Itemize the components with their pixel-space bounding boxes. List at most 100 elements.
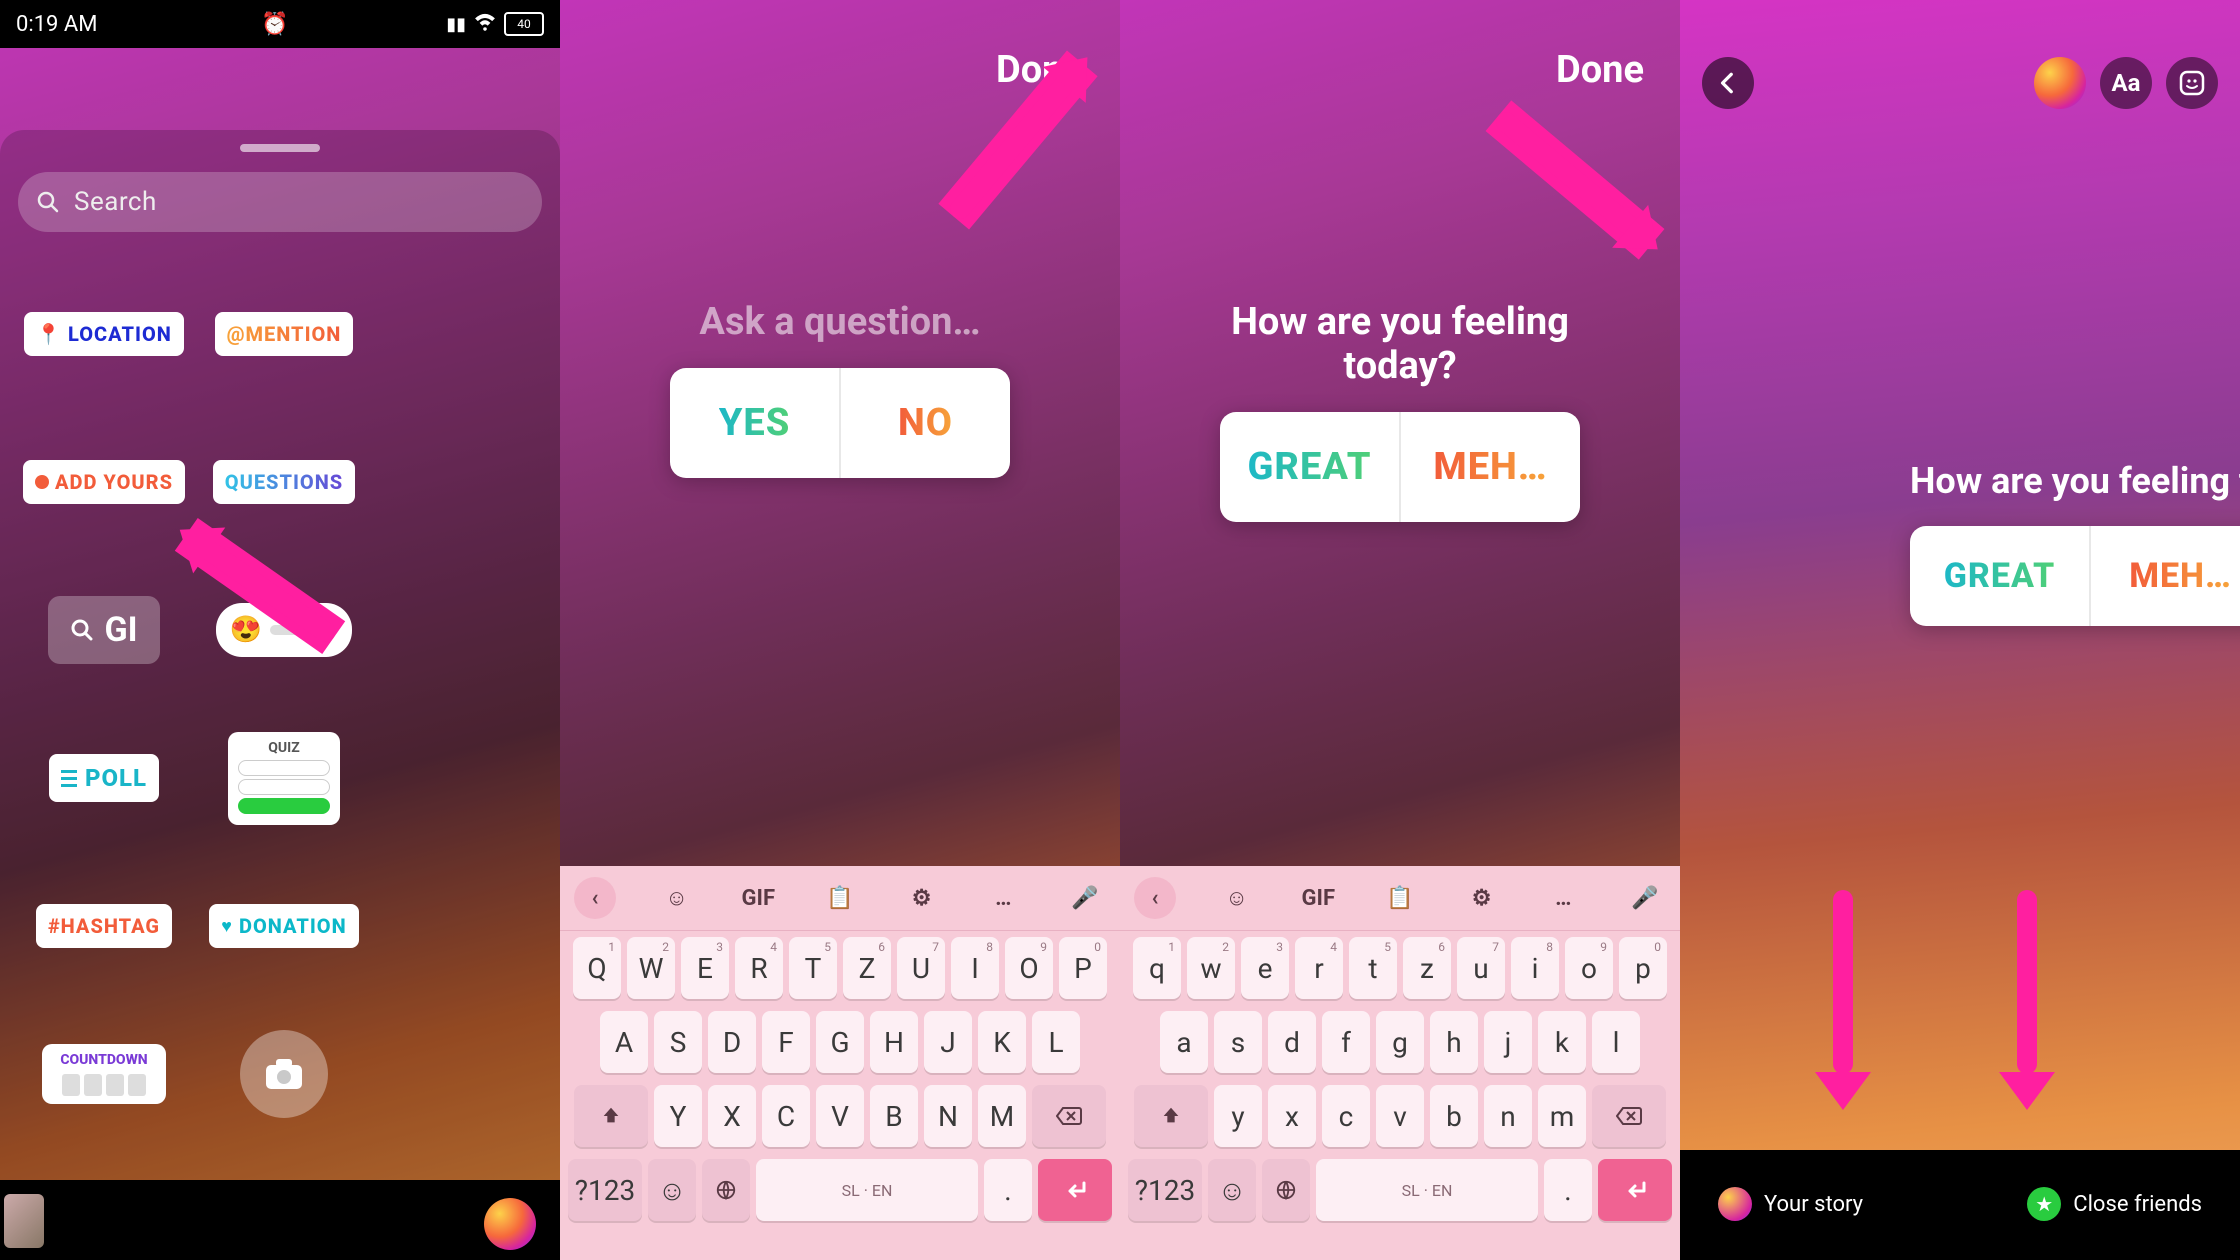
key-enter[interactable] xyxy=(1038,1159,1112,1221)
key-shift[interactable] xyxy=(574,1085,648,1147)
text-tool-button[interactable]: Aa xyxy=(2100,57,2152,109)
poll-option-a[interactable]: YES xyxy=(670,368,841,478)
sticker-questions[interactable]: QUESTIONS xyxy=(213,460,355,504)
key-B[interactable]: B xyxy=(870,1085,918,1147)
poll-option-a[interactable]: GREAT xyxy=(1910,526,2091,626)
key-l[interactable]: l xyxy=(1592,1011,1640,1073)
gear-icon[interactable]: ⚙ xyxy=(1461,877,1503,919)
key-b[interactable]: b xyxy=(1430,1085,1478,1147)
key-V[interactable]: V xyxy=(816,1085,864,1147)
poll-option-b[interactable]: NO xyxy=(841,368,1010,478)
key-z[interactable]: z6 xyxy=(1403,937,1451,999)
key-backspace[interactable] xyxy=(1032,1085,1106,1147)
key-period[interactable]: . xyxy=(1544,1159,1592,1221)
key-enter[interactable] xyxy=(1598,1159,1672,1221)
key-Y[interactable]: Y xyxy=(654,1085,702,1147)
key-d[interactable]: d xyxy=(1268,1011,1316,1073)
done-button[interactable]: Done xyxy=(1556,48,1644,92)
poll-sticker[interactable]: Ask a question… YES NO xyxy=(670,300,1010,478)
key-N[interactable]: N xyxy=(924,1085,972,1147)
keyboard[interactable]: ‹☺GIF📋⚙…🎤Q1W2E3R4T5Z6U7I8O9P0ASDFGHJKLYX… xyxy=(560,866,1120,1260)
keyboard[interactable]: ‹☺GIF📋⚙…🎤q1w2e3r4t5z6u7i8o9p0asdfghjklyx… xyxy=(1120,866,1680,1260)
key-G[interactable]: G xyxy=(816,1011,864,1073)
keyboard-collapse-icon[interactable]: ‹ xyxy=(574,877,616,919)
key-space[interactable]: SL · EN xyxy=(1316,1159,1538,1221)
gear-icon[interactable]: ⚙ xyxy=(901,877,943,919)
key-a[interactable]: a xyxy=(1160,1011,1208,1073)
key-u[interactable]: u7 xyxy=(1457,937,1505,999)
mic-icon[interactable]: 🎤 xyxy=(1624,877,1666,919)
sticker-search[interactable]: Search xyxy=(18,172,542,232)
clipboard-icon[interactable]: 📋 xyxy=(819,877,861,919)
shutter-indicator[interactable] xyxy=(484,1198,536,1250)
key-s[interactable]: s xyxy=(1214,1011,1262,1073)
sticker-hashtag[interactable]: #HASHTAG xyxy=(36,904,172,948)
sticker-poll[interactable]: POLL xyxy=(49,754,159,802)
key-m[interactable]: m xyxy=(1538,1085,1586,1147)
sticker-button[interactable] xyxy=(2166,57,2218,109)
key-U[interactable]: U7 xyxy=(897,937,945,999)
key-O[interactable]: O9 xyxy=(1005,937,1053,999)
gif-key[interactable]: GIF xyxy=(737,877,779,919)
key-q[interactable]: q1 xyxy=(1133,937,1181,999)
key-L[interactable]: L xyxy=(1032,1011,1080,1073)
key-r[interactable]: r4 xyxy=(1295,937,1343,999)
key-i[interactable]: i8 xyxy=(1511,937,1559,999)
key-H[interactable]: H xyxy=(870,1011,918,1073)
share-your-story[interactable]: Your story xyxy=(1698,1176,1883,1232)
poll-sticker[interactable]: How are you feeling today? GREAT MEH… xyxy=(1910,460,2240,626)
keyboard-collapse-icon[interactable]: ‹ xyxy=(1134,877,1176,919)
gif-key[interactable]: GIF xyxy=(1297,877,1339,919)
share-close-friends[interactable]: ★ Close friends xyxy=(2007,1176,2222,1232)
key-language[interactable] xyxy=(702,1159,750,1221)
key-j[interactable]: j xyxy=(1484,1011,1532,1073)
sticker-camera[interactable] xyxy=(240,1030,328,1118)
key-h[interactable]: h xyxy=(1430,1011,1478,1073)
key-Z[interactable]: Z6 xyxy=(843,937,891,999)
key-o[interactable]: o9 xyxy=(1565,937,1613,999)
sticker-gif[interactable]: GI xyxy=(48,596,159,664)
sticker-countdown[interactable]: COUNTDOWN xyxy=(42,1044,166,1104)
more-icon[interactable]: … xyxy=(982,877,1024,919)
more-icon[interactable]: … xyxy=(1542,877,1584,919)
drawer-handle[interactable] xyxy=(240,144,320,152)
sticker-donation[interactable]: ♥DONATION xyxy=(209,904,358,948)
key-numeric[interactable]: ?123 xyxy=(568,1159,642,1221)
poll-sticker[interactable]: How are you feeling today? GREAT MEH… xyxy=(1220,300,1580,522)
key-P[interactable]: P0 xyxy=(1059,937,1107,999)
gallery-thumbnail[interactable] xyxy=(4,1194,44,1248)
key-w[interactable]: w2 xyxy=(1187,937,1235,999)
key-X[interactable]: X xyxy=(708,1085,756,1147)
key-period[interactable]: . xyxy=(984,1159,1032,1221)
key-c[interactable]: c xyxy=(1322,1085,1370,1147)
key-T[interactable]: T5 xyxy=(789,937,837,999)
key-language[interactable] xyxy=(1262,1159,1310,1221)
key-K[interactable]: K xyxy=(978,1011,1026,1073)
key-emoji[interactable]: ☺ xyxy=(1208,1159,1256,1221)
sticker-icon[interactable]: ☺ xyxy=(656,877,698,919)
key-emoji[interactable]: ☺ xyxy=(648,1159,696,1221)
key-space[interactable]: SL · EN xyxy=(756,1159,978,1221)
key-f[interactable]: f xyxy=(1322,1011,1370,1073)
key-numeric[interactable]: ?123 xyxy=(1128,1159,1202,1221)
sticker-addyours[interactable]: ADD YOURS xyxy=(23,460,185,504)
key-F[interactable]: F xyxy=(762,1011,810,1073)
key-R[interactable]: R4 xyxy=(735,937,783,999)
poll-option-a[interactable]: GREAT xyxy=(1220,412,1401,522)
key-E[interactable]: E3 xyxy=(681,937,729,999)
key-S[interactable]: S xyxy=(654,1011,702,1073)
sticker-mention[interactable]: @MENTION xyxy=(215,312,354,356)
key-x[interactable]: x xyxy=(1268,1085,1316,1147)
key-v[interactable]: v xyxy=(1376,1085,1424,1147)
key-W[interactable]: W2 xyxy=(627,937,675,999)
key-t[interactable]: t5 xyxy=(1349,937,1397,999)
key-M[interactable]: M xyxy=(978,1085,1026,1147)
poll-option-b[interactable]: MEH… xyxy=(2091,526,2240,626)
sticker-icon[interactable]: ☺ xyxy=(1216,877,1258,919)
key-I[interactable]: I8 xyxy=(951,937,999,999)
key-Q[interactable]: Q1 xyxy=(573,937,621,999)
mic-icon[interactable]: 🎤 xyxy=(1064,877,1106,919)
sticker-location[interactable]: 📍LOCATION xyxy=(24,312,184,356)
key-y[interactable]: y xyxy=(1214,1085,1262,1147)
poll-question-placeholder[interactable]: Ask a question… xyxy=(670,300,1010,344)
